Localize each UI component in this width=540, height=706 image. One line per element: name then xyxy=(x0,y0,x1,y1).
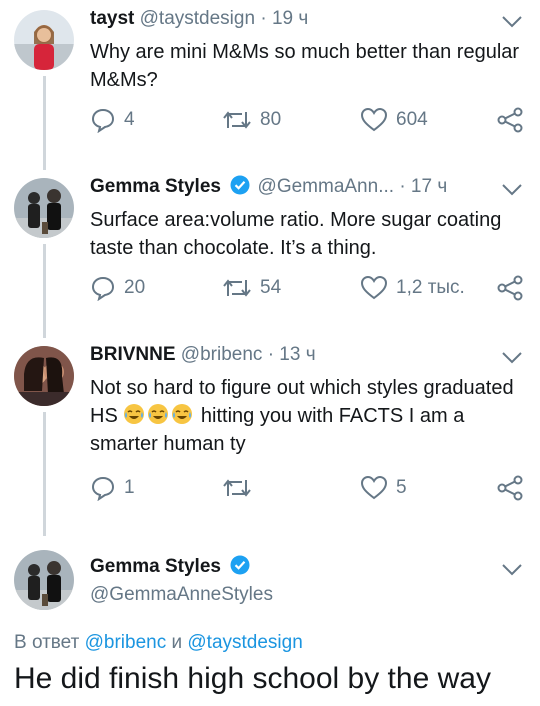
tweet-brivnne[interactable]: BRIVNNE @bribenc · 13 ч Not so hard to f… xyxy=(0,336,540,526)
tweet-gemma-reply[interactable]: Gemma Styles @GemmaAnn... · 17 ч Surface… xyxy=(0,168,540,328)
mention-link[interactable]: @taystdesign xyxy=(187,632,302,653)
reply-to-line: В ответ @bribenc и @taystdesign xyxy=(14,632,303,654)
heart-icon xyxy=(360,275,388,300)
retweet-icon xyxy=(223,111,251,129)
tweet-text: Surface area:volume ratio. More sugar co… xyxy=(90,209,502,259)
reply-icon xyxy=(91,276,115,301)
like-count: 604 xyxy=(396,109,428,130)
tweet-text: He did finish high school by the way xyxy=(14,662,491,695)
tweet-text: Why are mini M&Ms so much better than re… xyxy=(90,41,520,91)
user-handle[interactable]: @taystdesign xyxy=(140,8,255,29)
user-handle[interactable]: @GemmaAnneStyles xyxy=(90,584,273,605)
share-button[interactable] xyxy=(496,106,532,134)
share-icon xyxy=(497,107,523,133)
avatar[interactable] xyxy=(14,178,74,238)
display-name[interactable]: BRIVNNE xyxy=(90,344,176,365)
timestamp[interactable]: 19 ч xyxy=(272,8,308,29)
tears-of-joy-emoji-icon xyxy=(148,404,169,424)
tears-of-joy-emoji-icon xyxy=(172,404,193,424)
reply-prefix: В ответ xyxy=(14,632,85,653)
like-button[interactable]: 1,2 тыс. xyxy=(360,274,465,302)
mention-link[interactable]: @bribenc xyxy=(85,632,167,653)
separator-dot: · xyxy=(267,344,275,365)
timestamp[interactable]: 13 ч xyxy=(279,344,315,365)
avatar[interactable] xyxy=(14,346,74,406)
reply-button[interactable]: 20 xyxy=(90,274,145,302)
tweet-actions: 4 80 604 xyxy=(90,106,530,134)
tweet-actions: 20 54 1,2 тыс. xyxy=(90,274,530,302)
retweet-count: 80 xyxy=(260,109,282,130)
reply-icon xyxy=(91,476,115,501)
verified-badge-icon xyxy=(230,175,250,195)
tweet-actions: 1 5 xyxy=(90,474,530,502)
share-icon xyxy=(497,275,523,301)
chevron-down-icon[interactable] xyxy=(500,350,524,366)
tweet-text: Not so hard to figure out which styles g… xyxy=(90,374,528,458)
chevron-down-icon[interactable] xyxy=(500,182,524,198)
separator-dot: · xyxy=(399,176,406,197)
retweet-button[interactable] xyxy=(222,474,260,502)
chevron-down-icon[interactable] xyxy=(500,562,524,578)
like-count: 5 xyxy=(396,477,407,498)
separator-dot: · xyxy=(260,8,267,29)
retweet-button[interactable]: 54 xyxy=(222,274,281,302)
timestamp[interactable]: 17 ч xyxy=(411,176,447,197)
user-handle[interactable]: @bribenc xyxy=(181,344,263,365)
avatar[interactable] xyxy=(14,10,74,70)
retweet-icon xyxy=(223,279,251,297)
share-icon xyxy=(497,475,523,501)
reply-icon xyxy=(91,108,115,133)
tears-of-joy-emoji-icon xyxy=(124,404,145,424)
avatar[interactable] xyxy=(14,550,74,610)
share-button[interactable] xyxy=(496,274,532,302)
chevron-down-icon[interactable] xyxy=(500,14,524,30)
heart-icon xyxy=(360,107,388,132)
reply-button[interactable]: 4 xyxy=(90,106,135,134)
tweet-text-part: hitting you with FACTS I am a smarter hu… xyxy=(90,405,465,455)
like-button[interactable]: 5 xyxy=(360,474,407,502)
reply-count: 4 xyxy=(124,109,135,130)
like-count: 1,2 тыс. xyxy=(396,277,465,298)
share-button[interactable] xyxy=(496,474,532,502)
reply-conjunction: и xyxy=(166,632,188,653)
like-button[interactable]: 604 xyxy=(360,106,428,134)
reply-count: 20 xyxy=(124,277,146,298)
tweet-tayst[interactable]: tayst @taystdesign · 19 ч Why are mini M… xyxy=(0,0,540,160)
reply-count: 1 xyxy=(124,477,135,498)
reply-button[interactable]: 1 xyxy=(90,474,135,502)
heart-icon xyxy=(360,475,388,500)
display-name[interactable]: Gemma Styles xyxy=(90,176,221,197)
verified-badge-icon xyxy=(230,555,250,575)
retweet-icon xyxy=(223,479,251,497)
display-name[interactable]: tayst xyxy=(90,8,134,29)
user-handle[interactable]: @GemmaAnn... xyxy=(258,176,395,197)
display-name[interactable]: Gemma Styles xyxy=(90,556,221,577)
retweet-count: 54 xyxy=(260,277,282,298)
retweet-button[interactable]: 80 xyxy=(222,106,281,134)
